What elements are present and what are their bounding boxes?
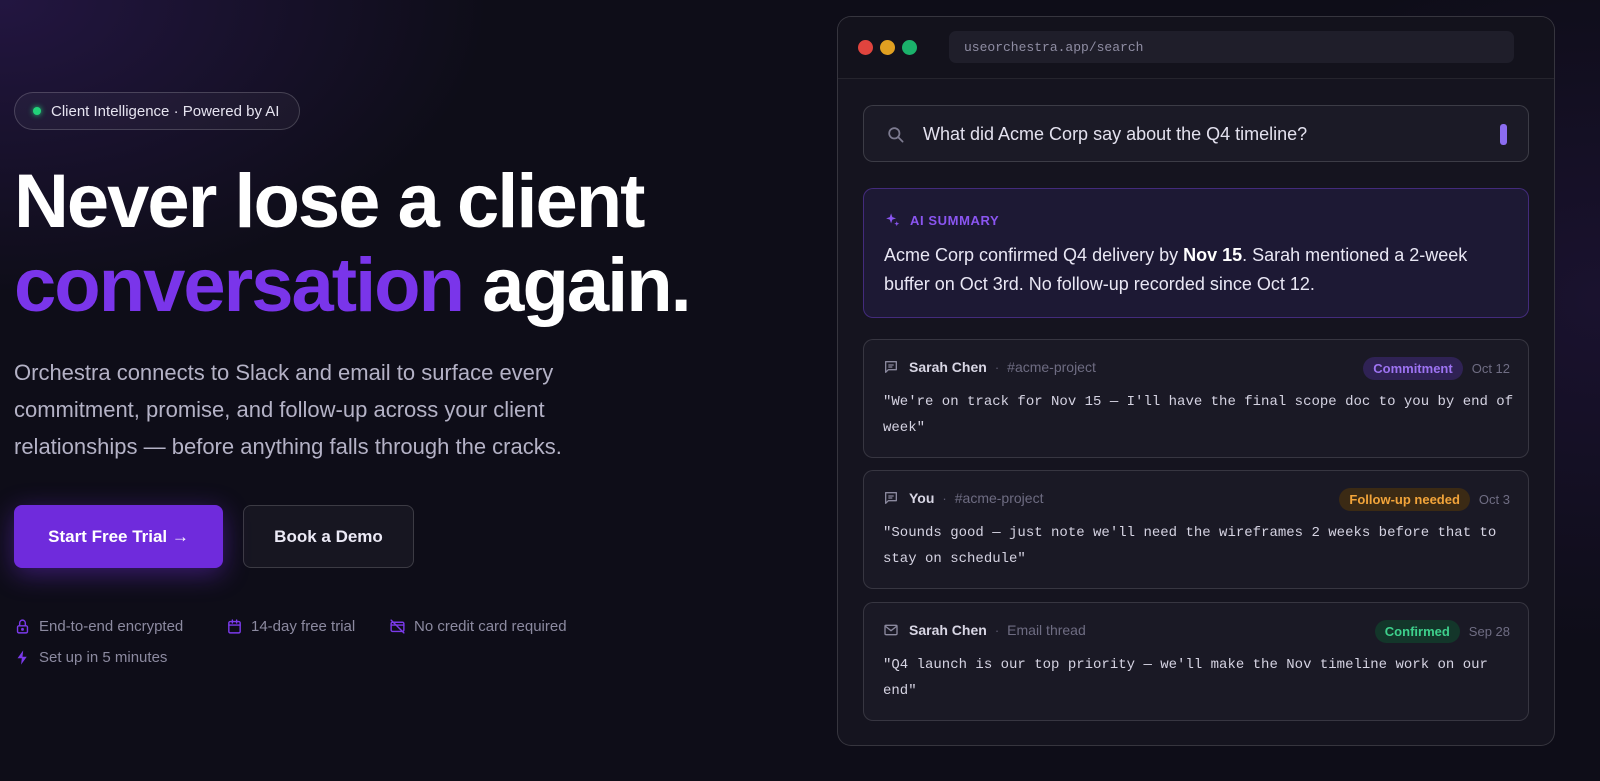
result-channel: Email thread [1007,622,1086,638]
trust-label: 14-day free trial [251,618,356,635]
status-badge: Follow-up needed [1339,488,1470,511]
result-card[interactable]: Sarah Chen · Email thread Confirmed Sep … [863,602,1529,721]
message-icon [885,361,897,373]
hero-lead: Orchestra connects to Slack and email to… [14,360,562,459]
meta-separator: · [994,359,1000,375]
search-input[interactable]: What did Acme Corp say about the Q4 time… [863,105,1529,162]
result-date: Oct 12 [1471,361,1510,376]
mail-icon [884,624,898,636]
url-text: useorchestra.app/search [964,39,1144,55]
meta-separator: · [942,490,947,506]
result-channel: #acme-project [954,490,1044,506]
status-badge: Confirmed [1374,620,1460,643]
search-query: What did Acme Corp say about the Q4 time… [923,124,1308,144]
headline-line1: Never lose a client [14,159,645,244]
hero-headline: Never lose a client conversation again. [14,159,692,328]
headline-accent: conversation [14,243,465,328]
trust-item-encrypted: End-to-end encrypted [14,618,183,635]
ai-summary-card: AI SUMMARY Acme Corp confirmed Q4 delive… [863,188,1529,318]
ai-summary-label: AI SUMMARY [910,213,1000,228]
no-credit-card-icon [390,619,405,634]
trust-item-setup: Set up in 5 minutes [14,649,167,666]
result-channel: #acme-project [1007,359,1096,375]
result-author: Sarah Chen [909,359,987,375]
result-card[interactable]: You · #acme-project Follow-up needed Oct… [863,470,1529,589]
start-free-trial-button[interactable]: Start Free Trial → [14,505,223,568]
result-meta: You · #acme-project [883,490,1043,506]
result-author: You [909,490,935,506]
result-author: Sarah Chen [909,622,987,638]
minimize-window-icon[interactable] [880,40,895,55]
browser-titlebar: useorchestra.app/search [838,17,1554,79]
result-quote: "Sounds good — just note we'll need the … [883,525,1497,567]
hero-section: Client Intelligence · Powered by AI Neve… [14,0,814,781]
lock-icon [16,619,29,634]
ai-summary-header: AI SUMMARY [884,212,999,229]
trust-item-trial: 14-day free trial [226,618,355,635]
result-quote: "We're on track for Nov 15 — I'll have t… [883,394,1514,436]
browser-window: useorchestra.app/search What did Acme Co… [837,16,1555,746]
trust-label: Set up in 5 minutes [39,649,168,666]
book-demo-button[interactable]: Book a Demo [243,505,414,568]
ai-summary-text: Acme Corp confirmed Q4 delivery by Nov 1… [884,241,1504,299]
address-bar[interactable]: useorchestra.app/search [949,31,1514,63]
meta-separator: · [994,622,1000,638]
trust-item-no-card: No credit card required [389,618,567,635]
sparkle-icon [886,213,900,227]
trust-label: End-to-end encrypted [39,618,184,635]
result-date: Sep 28 [1468,624,1510,639]
hero-badge: Client Intelligence · Powered by AI [14,92,301,130]
landing-page: Client Intelligence · Powered by AI Neve… [0,0,1600,781]
headline-end: again. [482,243,692,328]
text-cursor [1500,124,1507,145]
result-meta: Sarah Chen · #acme-project [883,359,1096,375]
result-card[interactable]: Sarah Chen · #acme-project Commitment Oc… [863,339,1529,458]
close-window-icon[interactable] [858,40,873,55]
trust-label: No credit card required [414,618,567,635]
hero-badge-label: Client Intelligence · Powered by AI [51,102,280,120]
calendar-icon [228,619,241,634]
status-badge: Commitment [1363,357,1463,380]
result-tags: Follow-up needed Oct 3 [1339,488,1510,511]
summary-text-start: Acme Corp confirmed Q4 delivery by [884,245,1184,265]
message-icon [885,492,897,504]
result-date: Oct 3 [1478,492,1510,507]
result-tags: Commitment Oct 12 [1363,357,1510,380]
result-meta: Sarah Chen · Email thread [883,622,1086,638]
result-quote: "Q4 launch is our top priority — we'll m… [883,657,1488,699]
bolt-icon [17,650,27,665]
maximize-window-icon[interactable] [902,40,917,55]
summary-highlight: Nov 15 [1183,245,1243,265]
status-dot-icon [33,107,41,115]
search-icon [888,127,904,143]
result-tags: Confirmed Sep 28 [1374,620,1510,643]
